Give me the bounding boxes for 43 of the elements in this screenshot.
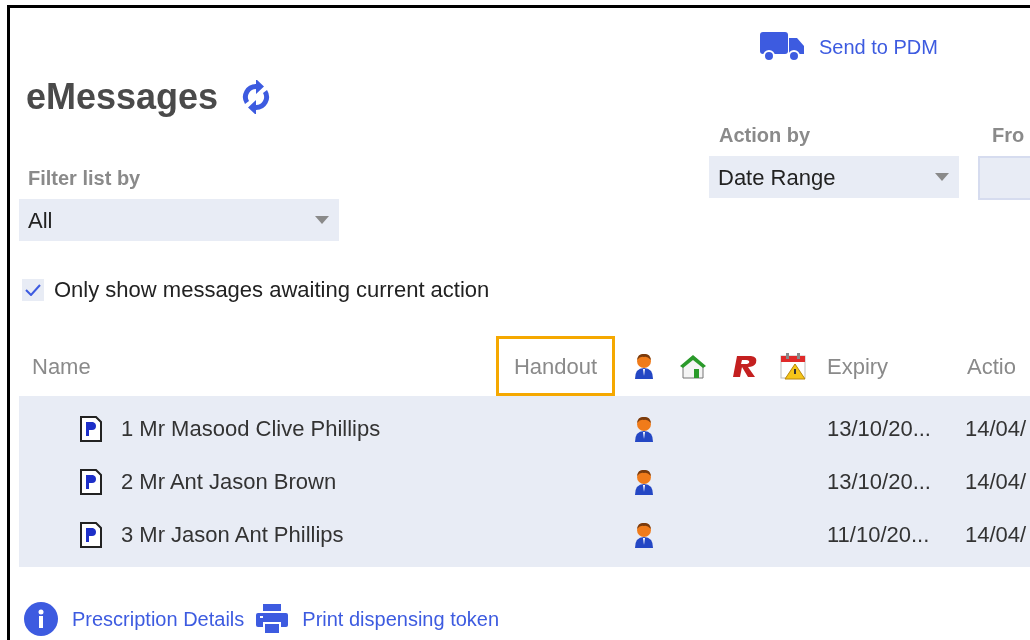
filter-dropdown[interactable]: All: [19, 199, 339, 241]
rx-icon: [731, 354, 759, 378]
truck-icon: [760, 32, 804, 62]
send-link[interactable]: Send to PDM: [819, 32, 938, 62]
column-header[interactable]: Expiry: [827, 349, 889, 383]
action-by-label: Action by: [719, 123, 812, 148]
expiry-date: 13/10/20...: [827, 416, 931, 441]
document-icon: [80, 521, 102, 548]
action-by-dropdown[interactable]: Date Range: [709, 156, 959, 198]
person-icon: [632, 352, 655, 380]
person-icon: [632, 467, 655, 496]
action-date: 14/04/: [965, 416, 1027, 441]
table-row[interactable]: 1 Mr Masood Clive Phillips 13/10/20... 14/04/: [19, 402, 1030, 455]
patient-name: 1 Mr Masood Clive Phillips: [121, 415, 381, 443]
person-icon: [632, 414, 655, 443]
person-icon: [632, 520, 655, 549]
filter-label: Filter list by: [28, 166, 142, 191]
document-icon: [80, 415, 102, 442]
from-label: Fro: [992, 123, 1026, 148]
column-header[interactable]: Actio: [967, 349, 1016, 383]
table-row[interactable]: 2 Mr Ant Jason Brown 13/10/20... 14/04/: [19, 455, 1030, 508]
column-header[interactable]: Name: [32, 349, 91, 383]
column-header[interactable]: Handout: [495, 336, 616, 396]
patient-name: 3 Mr Jason Ant Phillips: [121, 521, 344, 549]
checkbox-label: Only show messages awaiting current action: [54, 276, 490, 304]
printer-icon[interactable]: [256, 603, 289, 635]
info-icon[interactable]: [24, 602, 58, 636]
dropdown-caret-icon: [315, 216, 329, 224]
check-icon: [25, 283, 41, 296]
document-icon: [80, 468, 102, 495]
calendar-warning-icon: [778, 352, 807, 380]
expiry-date: 11/10/20...: [827, 522, 930, 547]
expiry-date: 13/10/20...: [827, 469, 931, 494]
house-icon: [678, 353, 707, 379]
action-date: 14/04/: [965, 469, 1027, 494]
dropdown-caret-icon: [935, 173, 949, 181]
print-token-link[interactable]: Print dispensing token: [302, 604, 500, 634]
checkbox[interactable]: [22, 278, 44, 301]
prescription-details-link[interactable]: Prescription Details: [72, 604, 245, 634]
action-date: 14/04/: [965, 522, 1027, 547]
patient-name: 2 Mr Ant Jason Brown: [121, 468, 337, 496]
table-row[interactable]: 3 Mr Jason Ant Phillips 11/10/20... 14/04/: [19, 508, 1030, 561]
page-title: eMessages: [26, 75, 219, 119]
